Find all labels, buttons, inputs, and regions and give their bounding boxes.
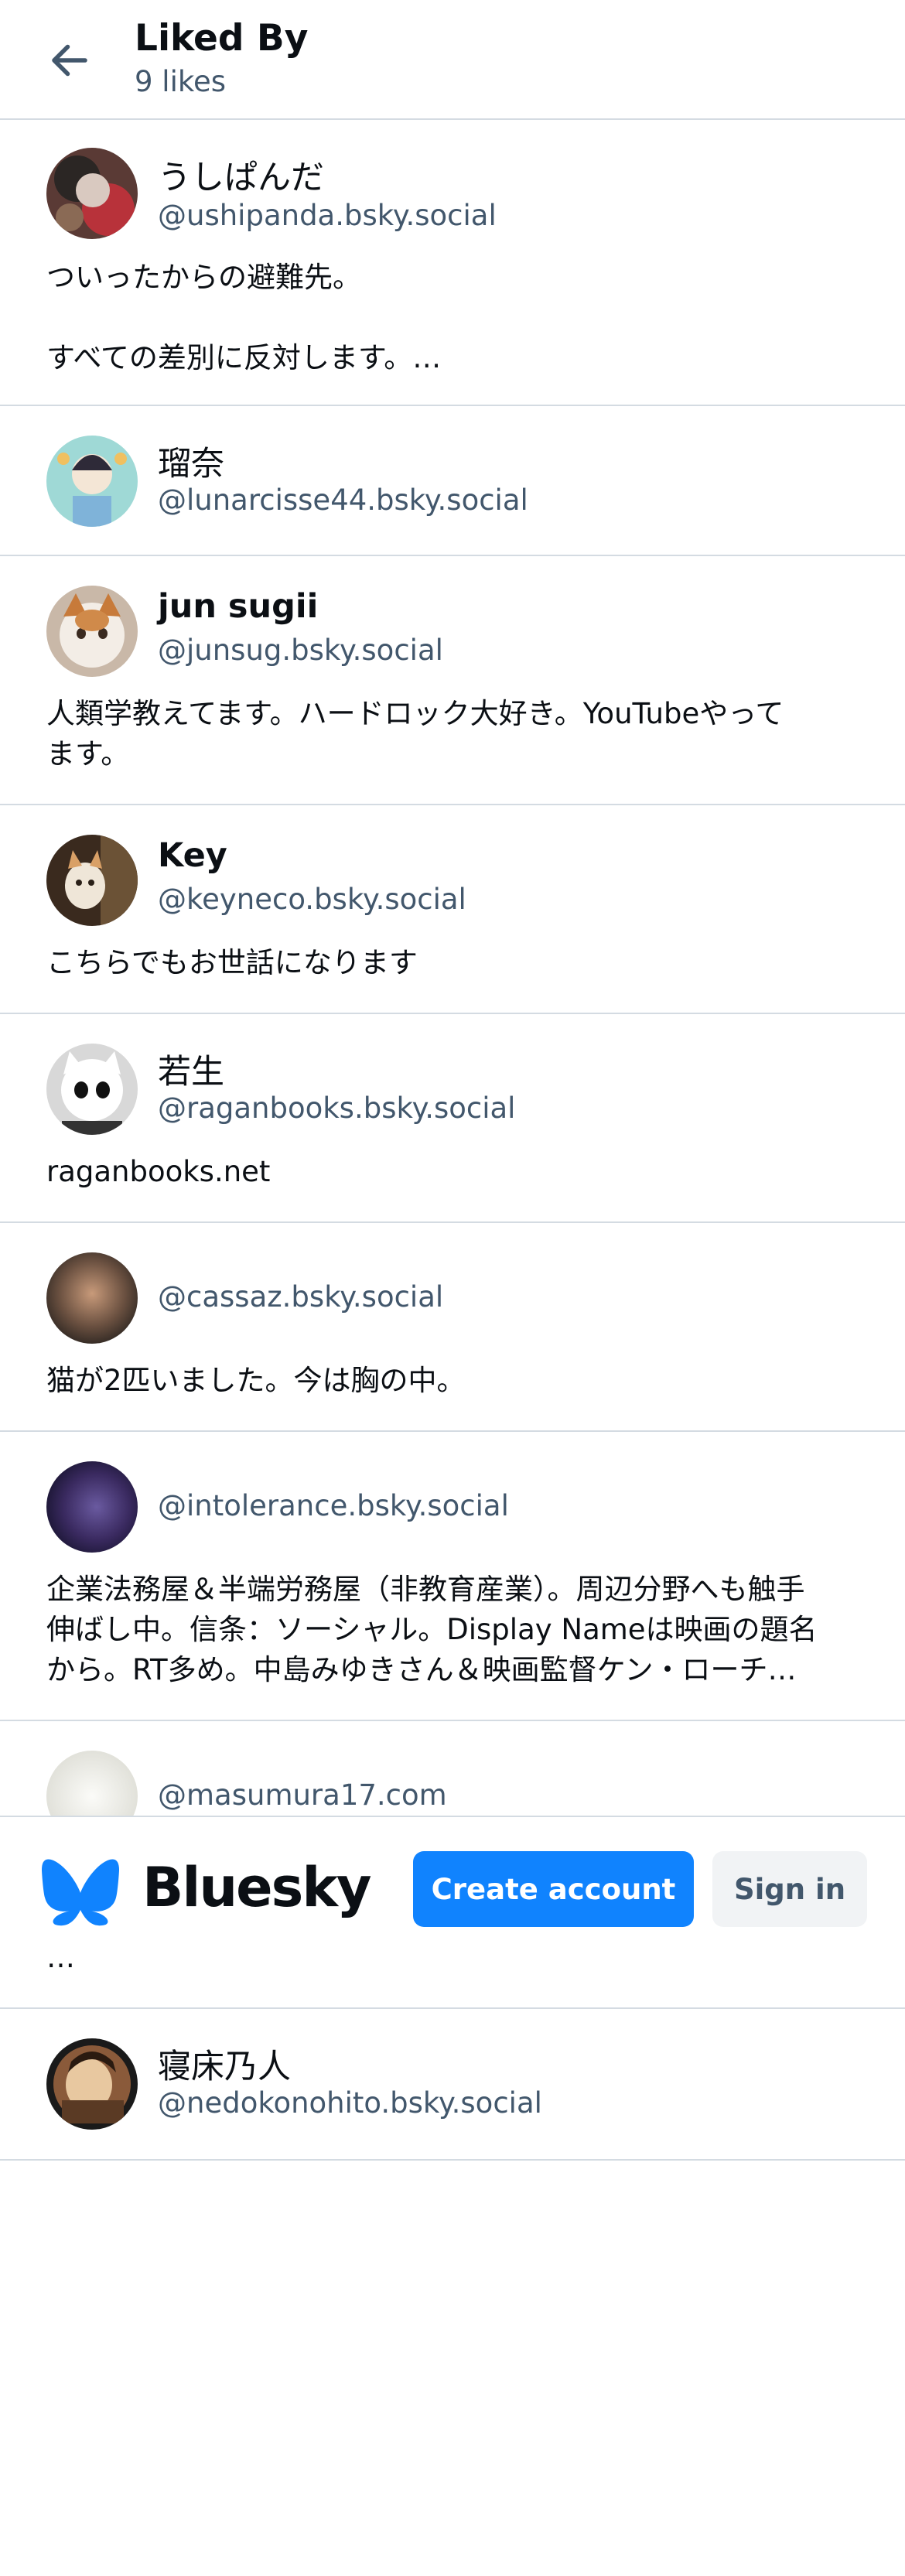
list-item[interactable]: @cassaz.bsky.social 猫が2匹いました。今は胸の中。 <box>0 1223 905 1432</box>
user-handle: @ushipanda.bsky.social <box>158 199 497 232</box>
list-item[interactable]: 寝床乃人 @nedokonohito.bsky.social <box>0 2009 905 2161</box>
list-item[interactable]: Key @keyneco.bsky.social こちらでもお世話になります <box>0 805 905 1014</box>
avatar <box>46 436 138 527</box>
arrow-left-icon <box>52 44 87 77</box>
list-item[interactable]: 若生 @raganbooks.bsky.social raganbooks.ne… <box>0 1014 905 1223</box>
list-item[interactable]: うしぱんだ @ushipanda.bsky.social ついったからの避難先。… <box>0 120 905 406</box>
user-name: 瑠奈 <box>158 445 224 483</box>
user-name: うしぱんだ <box>158 159 324 197</box>
avatar <box>46 1252 138 1344</box>
avatar <box>46 1044 138 1135</box>
avatar <box>46 835 138 926</box>
user-handle: @intolerance.bsky.social <box>158 1489 509 1522</box>
user-bio: ついったからの避難先。 すべての差別に反対します。… <box>46 261 442 374</box>
user-handle: @raganbooks.bsky.social <box>158 1092 516 1125</box>
user-name: 若生 <box>158 1053 224 1092</box>
avatar <box>46 1461 138 1553</box>
brand-name: Bluesky <box>142 1856 372 1919</box>
user-handle: @junsug.bsky.social <box>158 634 443 667</box>
bluesky-butterfly-icon <box>42 1859 119 1926</box>
avatar <box>46 586 138 677</box>
list-item[interactable]: @intolerance.bsky.social 企業法務屋＆半端労務屋（非教育… <box>0 1432 905 1721</box>
signup-banner: Bluesky Create account Sign in <box>0 1816 905 1952</box>
user-name: 寝床乃人 <box>158 2048 291 2086</box>
user-bio: こちらでもお世話になります <box>46 946 418 979</box>
user-handle: @masumura17.com <box>158 1778 447 1812</box>
user-handle: @cassaz.bsky.social <box>158 1280 444 1314</box>
likes-count: 9 likes <box>135 65 227 98</box>
list-item[interactable]: jun sugii @junsug.bsky.social 人類学教えてます。ハ… <box>0 556 905 805</box>
user-bio: raganbooks.net <box>46 1155 271 1188</box>
user-handle: @nedokonohito.bsky.social <box>158 2086 542 2120</box>
page-header: Liked By 9 likes <box>0 0 905 120</box>
user-handle: @lunarcisse44.bsky.social <box>158 483 528 517</box>
user-bio: 人類学教えてます。ハードロック大好き。YouTubeやって ます。 <box>46 697 784 770</box>
user-bio: 猫が2匹いました。今は胸の中。 <box>46 1364 466 1397</box>
user-name: Key <box>158 836 227 875</box>
page-title: Liked By <box>135 17 309 60</box>
user-handle: @keyneco.bsky.social <box>158 883 466 916</box>
user-bio: 企業法務屋＆半端労務屋（非教育産業）。周辺分野へも触手 伸ばし中。信条：ソーシャ… <box>46 1573 818 1686</box>
avatar <box>46 148 138 239</box>
avatar <box>46 2038 138 2130</box>
user-name: jun sugii <box>158 587 319 626</box>
create-account-button[interactable]: Create account <box>413 1851 694 1927</box>
list-item[interactable]: 瑠奈 @lunarcisse44.bsky.social <box>0 406 905 556</box>
sign-in-button[interactable]: Sign in <box>712 1851 867 1927</box>
back-button[interactable] <box>40 31 99 90</box>
